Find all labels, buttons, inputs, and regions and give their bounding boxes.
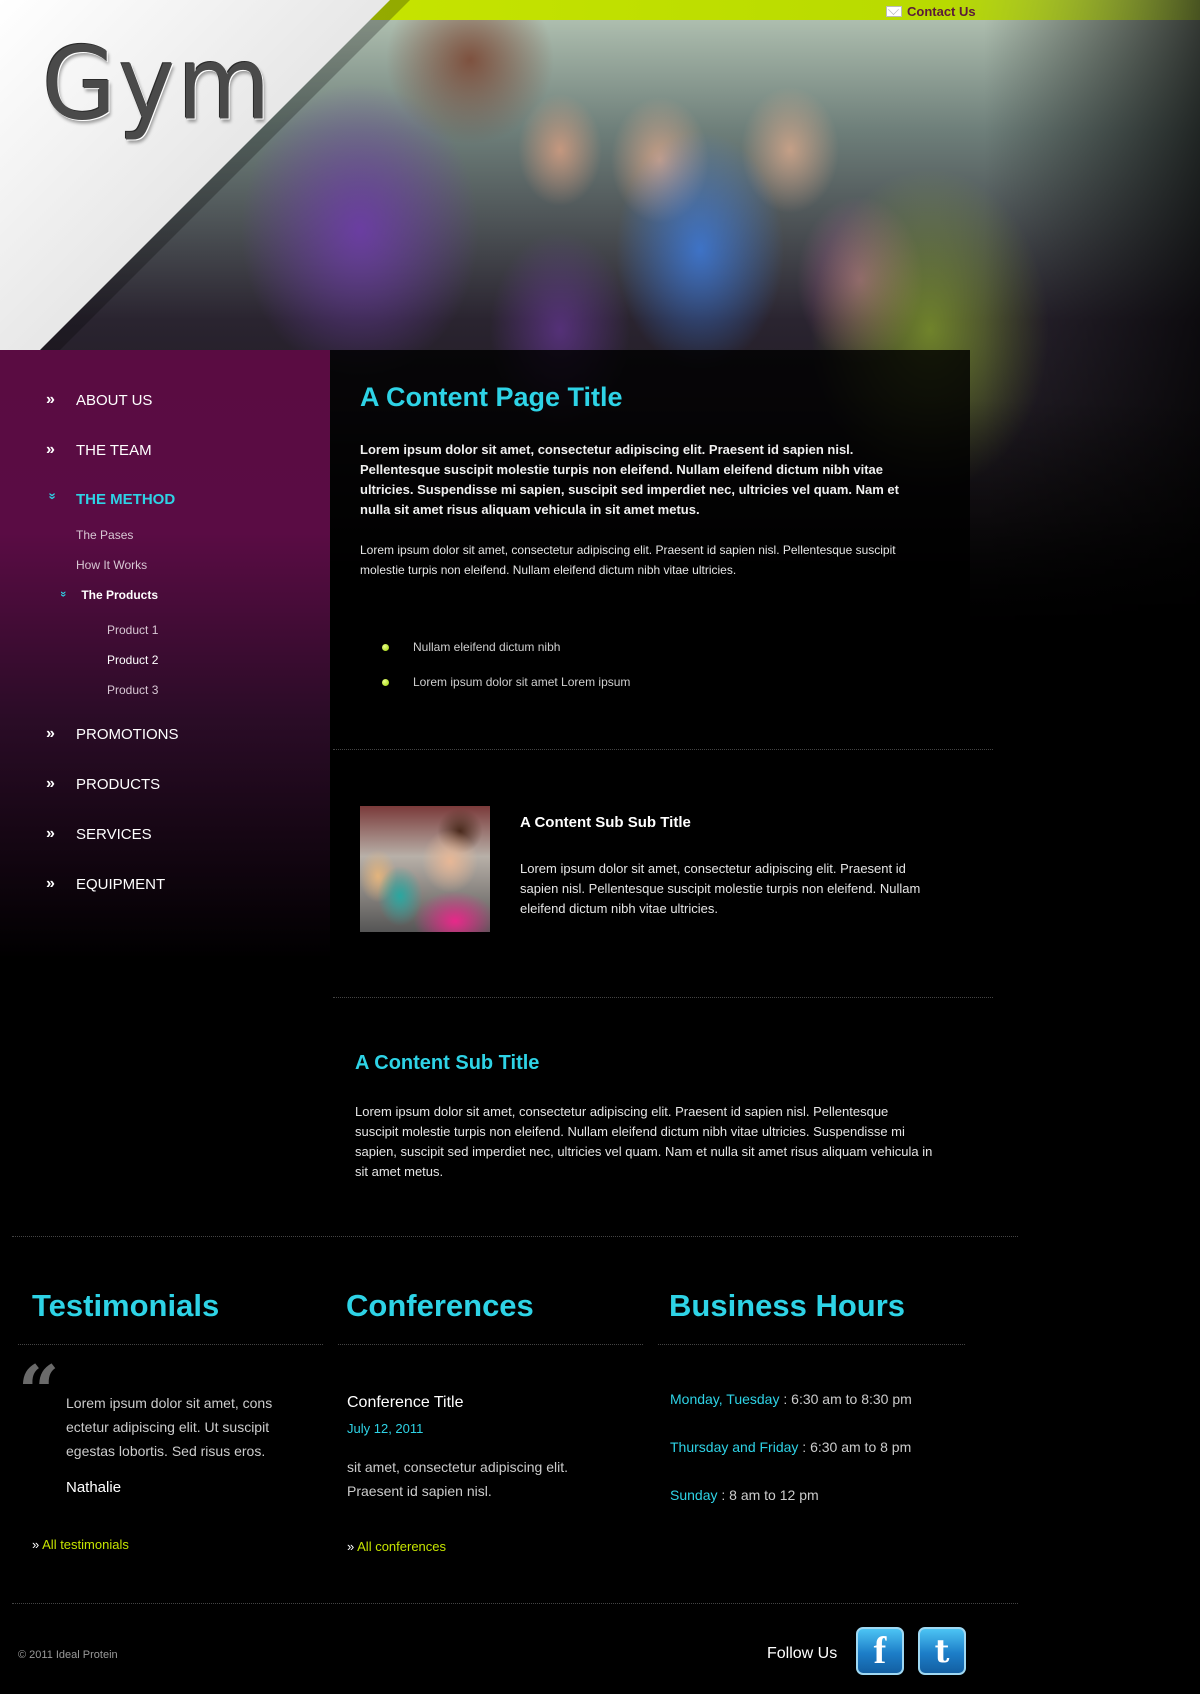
page-title: A Content Page Title: [360, 382, 623, 412]
testimonial-text: Lorem ipsum dolor sit amet, cons ectetur…: [66, 1395, 273, 1459]
sidebar-item-the-method[interactable]: » THE METHOD: [45, 491, 176, 508]
chevron-right-icon: »: [46, 825, 55, 842]
sidebar-item-label: PRODUCTS: [76, 775, 161, 793]
divider: [12, 1236, 1018, 1237]
sidebar-item-equipment[interactable]: » EQUIPMENT: [46, 875, 165, 893]
conferences-title: Conferences: [346, 1288, 534, 1323]
divider: [18, 1344, 323, 1345]
all-testimonials-link[interactable]: » All testimonials: [32, 1537, 129, 1552]
hours-day: Sunday: [670, 1487, 718, 1503]
sidebar-subitem-how-it-works[interactable]: How It Works: [76, 558, 147, 572]
hours-time: : 8 am to 12 pm: [717, 1487, 819, 1503]
sidebar-product-1[interactable]: Product 1: [107, 623, 158, 637]
list-item-text: Nullam eleifend dictum nibh: [413, 640, 561, 654]
chevron-down-icon: »: [45, 492, 61, 500]
sidebar-item-label: PROMOTIONS: [76, 725, 179, 743]
chevron-right-icon: »: [46, 875, 55, 892]
list-item: Lorem ipsum dolor sit amet Lorem ipsum: [382, 675, 630, 689]
envelope-icon: [886, 6, 902, 17]
hours-day: Thursday and Friday: [670, 1439, 799, 1455]
contact-us-label: Contact Us: [907, 4, 976, 19]
quote-icon: “: [18, 1349, 60, 1434]
top-accent-strip: [360, 0, 1200, 20]
site-logo[interactable]: Gym: [42, 34, 273, 135]
divider: [338, 1344, 643, 1345]
conference-text: sit amet, consectetur adipiscing elit. P…: [347, 1459, 568, 1499]
chevron-right-icon: »: [46, 441, 55, 458]
section-subtitle: A Content Sub Title: [355, 1052, 540, 1074]
sidebar-product-2[interactable]: Product 2: [107, 653, 158, 667]
chevron-right-icon: »: [46, 391, 55, 408]
sidebar-item-label: ABOUT US: [76, 391, 153, 409]
article-thumbnail: [360, 806, 490, 932]
divider: [333, 997, 993, 998]
divider: [333, 749, 993, 750]
hours-time: : 6:30 am to 8 pm: [798, 1439, 912, 1455]
sidebar-item-the-team[interactable]: » THE TEAM: [46, 441, 152, 459]
hours-row: Monday, Tuesday : 6:30 am to 8:30 pm: [670, 1391, 912, 1407]
sidebar-item-label: SERVICES: [76, 825, 152, 843]
divider: [12, 1603, 1018, 1604]
chevron-right-icon: »: [46, 725, 55, 742]
sidebar-item-services[interactable]: » SERVICES: [46, 825, 152, 843]
conference-date: July 12, 2011: [347, 1421, 424, 1436]
testimonial-author: Nathalie: [66, 1479, 122, 1496]
bullet-icon: [382, 643, 389, 651]
chevron-right-icon: »: [347, 1539, 355, 1554]
sidebar-item-label: EQUIPMENT: [76, 875, 166, 893]
facebook-icon[interactable]: f: [856, 1627, 904, 1675]
sidebar-item-about-us[interactable]: » ABOUT US: [46, 391, 152, 409]
list-item: Nullam eleifend dictum nibh: [382, 640, 560, 654]
section-subsubtitle-text: Lorem ipsum dolor sit amet, consectetur …: [520, 861, 921, 916]
section-subsubtitle: A Content Sub Sub Title: [520, 814, 691, 831]
follow-us-label: Follow Us: [767, 1645, 838, 1662]
list-item-text: Lorem ipsum dolor sit amet Lorem ipsum: [413, 675, 631, 689]
all-conferences-label: All conferences: [357, 1539, 447, 1554]
sidebar-product-3[interactable]: Product 3: [107, 683, 158, 697]
copyright: © 2011 Ideal Protein: [18, 1649, 118, 1661]
section-subtitle-text: Lorem ipsum dolor sit amet, consectetur …: [355, 1104, 933, 1179]
sidebar-subitem-the-products[interactable]: » The Products: [57, 588, 159, 602]
twitter-icon[interactable]: t: [918, 1627, 966, 1675]
all-conferences-link[interactable]: » All conferences: [347, 1539, 446, 1554]
sidebar-item-label: THE METHOD: [76, 491, 176, 508]
sidebar-subitem-label: The Products: [81, 588, 159, 602]
sidebar-item-label: THE TEAM: [76, 441, 152, 459]
contact-us-link[interactable]: Contact Us: [886, 4, 976, 19]
sidebar-subitem-the-pases[interactable]: The Pases: [76, 528, 133, 542]
sidebar-item-products[interactable]: » PRODUCTS: [46, 775, 160, 793]
body-paragraph: Lorem ipsum dolor sit amet, consectetur …: [360, 543, 896, 577]
hours-row: Sunday : 8 am to 12 pm: [670, 1487, 819, 1503]
sidebar-item-promotions[interactable]: » PROMOTIONS: [46, 725, 179, 743]
chevron-down-icon: »: [57, 591, 69, 598]
bullet-icon: [382, 678, 389, 686]
divider: [658, 1344, 965, 1345]
all-testimonials-label: All testimonials: [42, 1537, 129, 1552]
hours-day: Monday, Tuesday: [670, 1391, 780, 1407]
lead-paragraph: Lorem ipsum dolor sit amet, consectetur …: [360, 442, 899, 517]
chevron-right-icon: »: [46, 775, 55, 792]
conference-title[interactable]: Conference Title: [347, 1394, 464, 1412]
testimonials-title: Testimonials: [32, 1288, 220, 1323]
business-hours-title: Business Hours: [669, 1288, 906, 1323]
hours-time: : 6:30 am to 8:30 pm: [779, 1391, 912, 1407]
hours-row: Thursday and Friday : 6:30 am to 8 pm: [670, 1439, 911, 1455]
chevron-right-icon: »: [32, 1537, 40, 1552]
